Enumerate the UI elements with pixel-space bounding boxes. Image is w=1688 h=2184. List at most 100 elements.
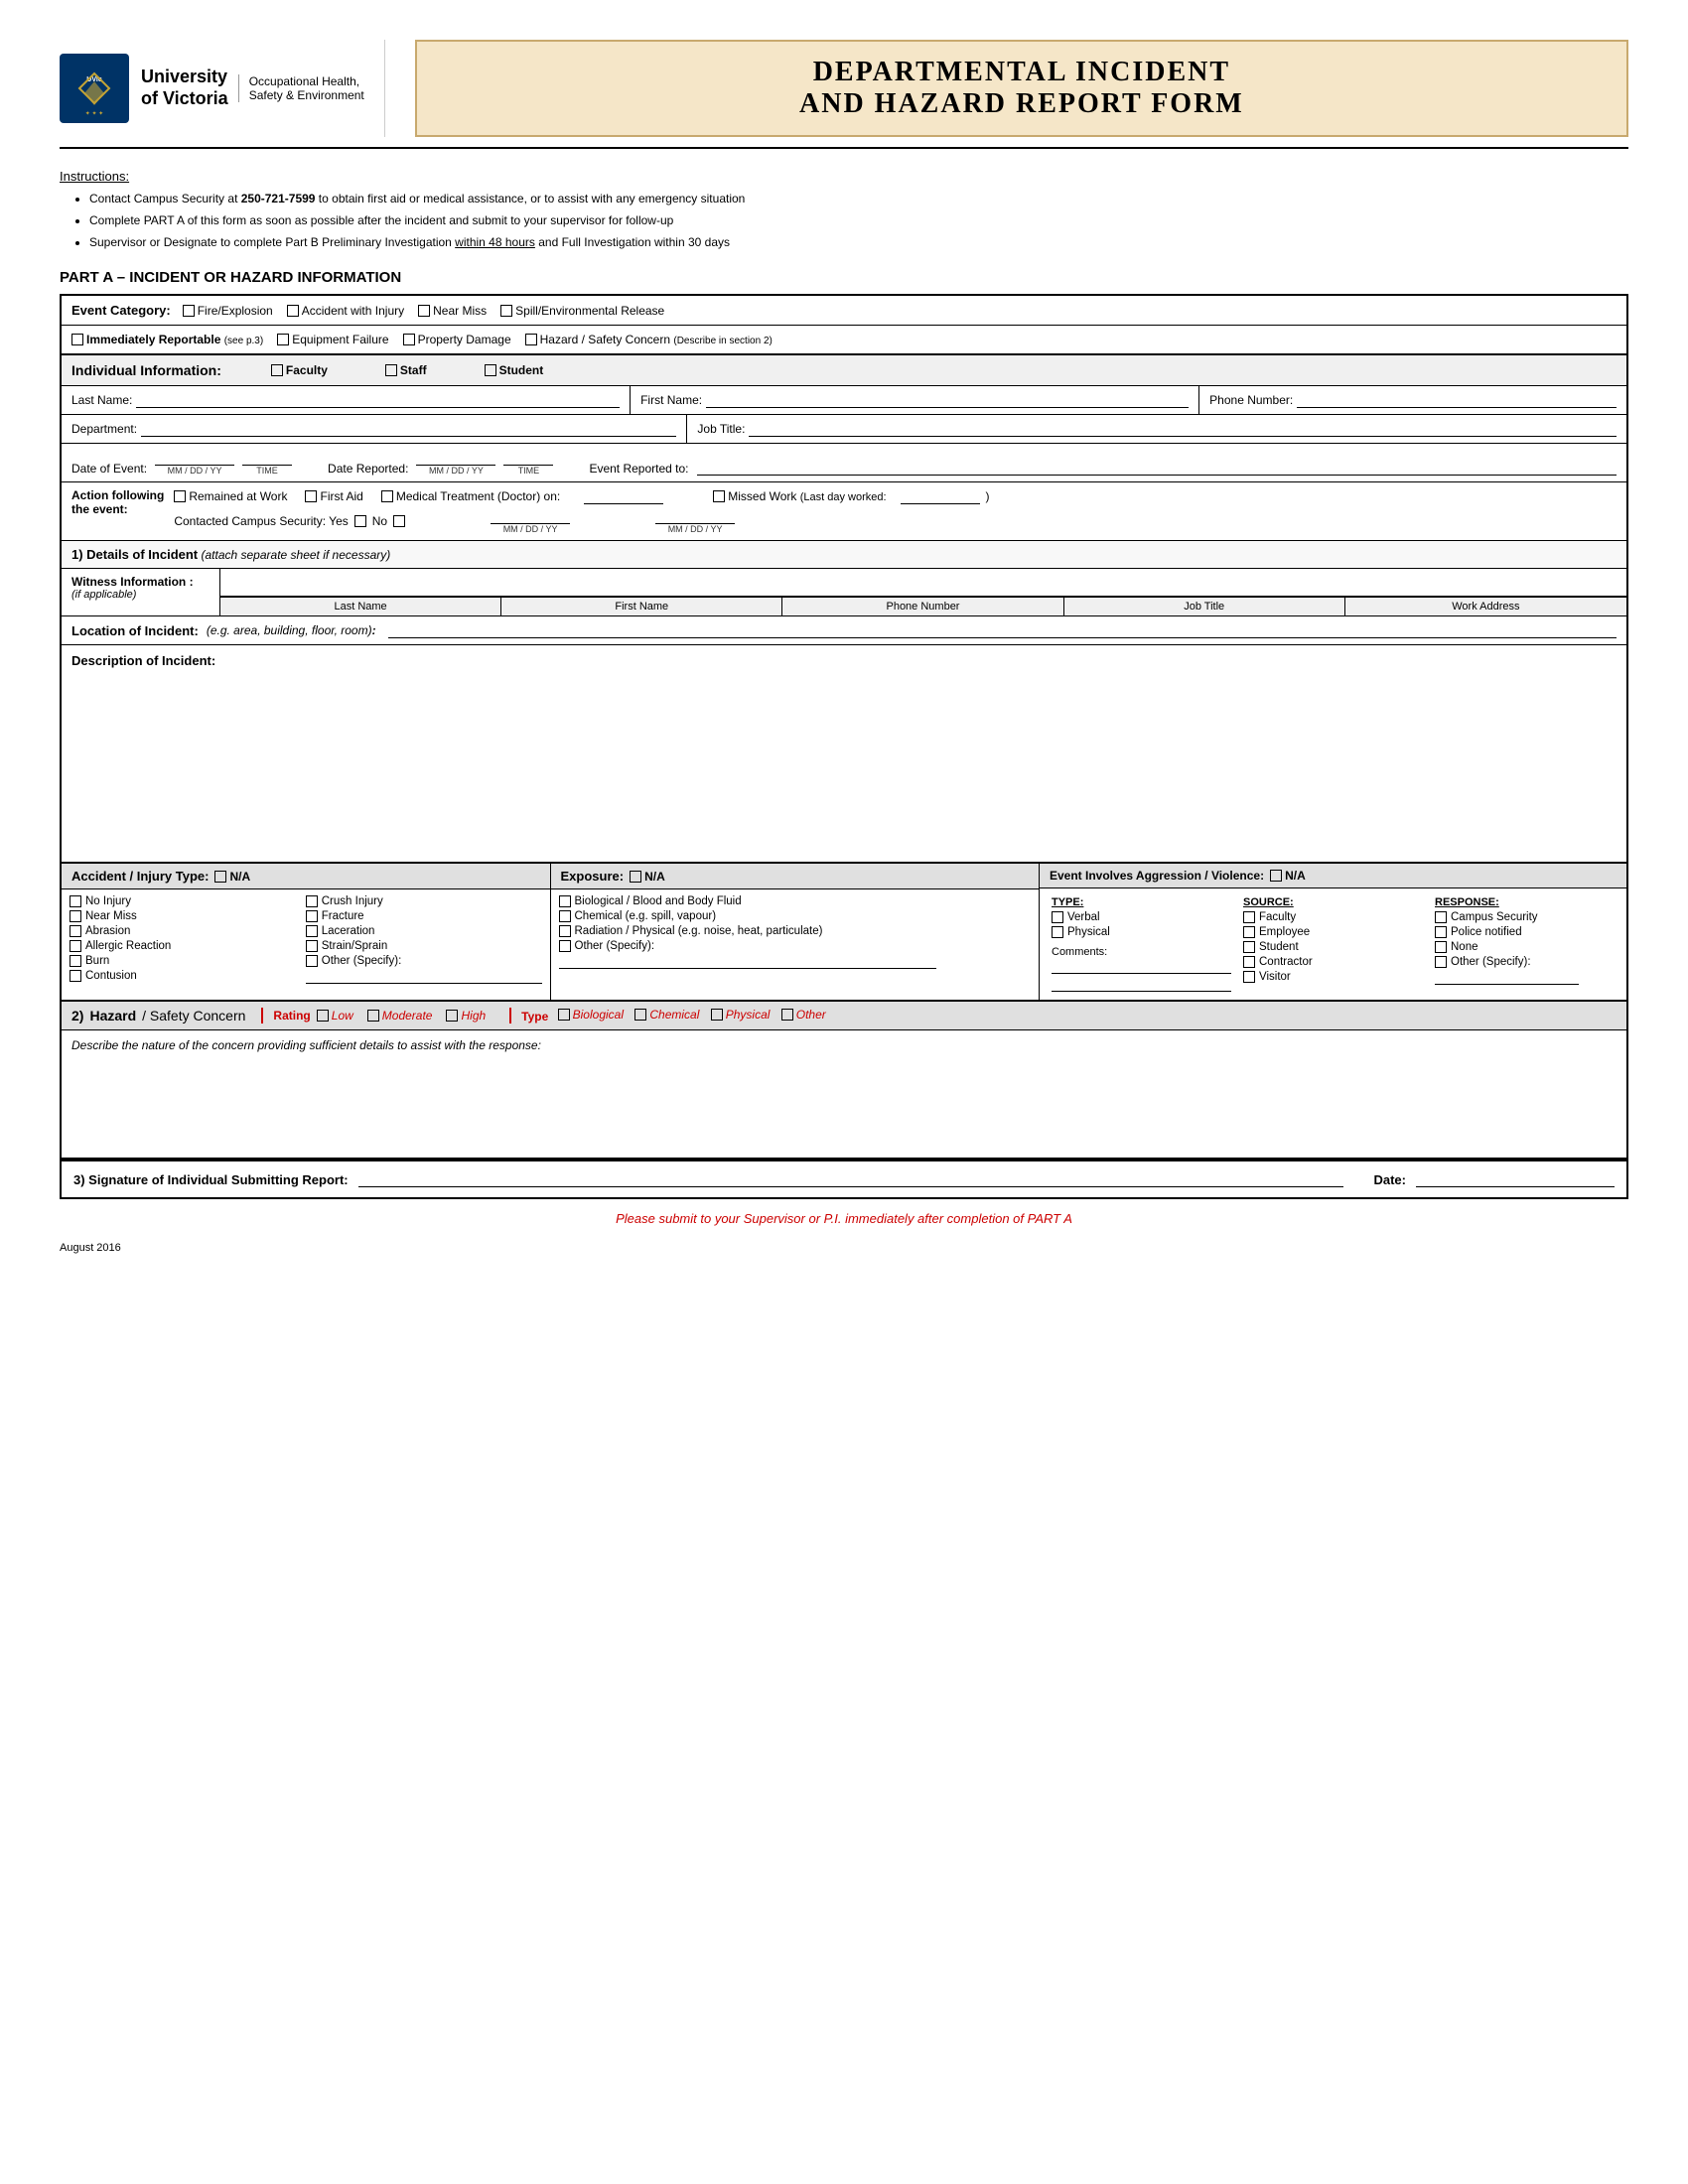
cb-campus-security[interactable]	[1435, 911, 1447, 923]
cb-type-physical[interactable]: Physical	[711, 1008, 771, 1022]
cb-fracture[interactable]	[306, 910, 318, 922]
footer-date: August 2016	[60, 1242, 1628, 1254]
last-name-input[interactable]	[136, 392, 620, 408]
cb-medical-treatment[interactable]: Medical Treatment (Doctor) on:	[381, 489, 560, 503]
cb-student[interactable]: Student	[485, 363, 544, 377]
cb-type-bio[interactable]: Biological	[558, 1008, 624, 1022]
last-day-date2-input[interactable]	[655, 508, 735, 524]
cb-bio[interactable]	[559, 895, 571, 907]
last-day-date-group: MM / DD / YY	[491, 508, 570, 534]
cb-rating-moderate[interactable]: Moderate	[367, 1009, 433, 1023]
cb-verbal[interactable]	[1052, 911, 1063, 923]
witness-col-jobtitle: Job Title	[1064, 597, 1345, 615]
cb-burn[interactable]	[70, 955, 81, 967]
cb-type-other[interactable]: Other	[781, 1008, 826, 1022]
cb-employee-source[interactable]	[1243, 926, 1255, 938]
cb-strain[interactable]	[306, 940, 318, 952]
cb-aggression-na[interactable]: N/A	[1270, 869, 1306, 883]
date-event-time[interactable]	[242, 450, 292, 466]
cb-radiation[interactable]	[559, 925, 571, 937]
cb-type-chemical[interactable]: Chemical	[634, 1008, 699, 1022]
cb-physical[interactable]	[1052, 926, 1063, 938]
cb-immediately-reportable[interactable]: Immediately Reportable (see p.3)	[71, 333, 263, 346]
witness-col-firstname: First Name	[501, 597, 782, 615]
cb-fire-explosion-box[interactable]	[183, 305, 195, 317]
cb-yes[interactable]	[354, 515, 366, 527]
cb-spill-box[interactable]	[500, 305, 512, 317]
other-injury-input[interactable]	[306, 970, 542, 984]
cb-faculty[interactable]: Faculty	[271, 363, 328, 377]
cb-other-exposure[interactable]	[559, 940, 571, 952]
comments-input2[interactable]	[1052, 978, 1231, 992]
cb-contusion[interactable]	[70, 970, 81, 982]
cb-laceration[interactable]	[306, 925, 318, 937]
first-name-input[interactable]	[706, 392, 1189, 408]
last-day-date-input[interactable]	[491, 508, 570, 524]
cb-no[interactable]	[393, 515, 405, 527]
cb-accident-injury-box[interactable]	[287, 305, 299, 317]
witness-label: Witness Information :	[71, 575, 210, 589]
missed-work-date[interactable]	[901, 488, 980, 504]
cb-near-miss-box[interactable]	[418, 305, 430, 317]
cb-contractor-source[interactable]	[1243, 956, 1255, 968]
department-input[interactable]	[141, 421, 676, 437]
date-reported-mmddyy[interactable]	[416, 450, 495, 466]
cb-rating-high[interactable]: High	[446, 1009, 486, 1023]
cb-no-injury[interactable]	[70, 895, 81, 907]
cb-accident-na[interactable]: N/A	[214, 870, 250, 884]
cb-hazard-safety[interactable]: Hazard / Safety Concern (Describe in sec…	[525, 333, 773, 346]
cb-rating-low[interactable]: Low	[317, 1009, 353, 1023]
cb-allergic[interactable]	[70, 940, 81, 952]
cb-faculty-source[interactable]	[1243, 911, 1255, 923]
cb-missed-work[interactable]: Missed Work (Last day worked:	[713, 489, 886, 503]
location-input[interactable]	[388, 622, 1617, 638]
other-response-input[interactable]	[1435, 971, 1579, 985]
cb-other-response[interactable]	[1435, 956, 1447, 968]
accident-col-header: Accident / Injury Type: N/A	[62, 864, 550, 889]
cb-other-injury[interactable]	[306, 955, 318, 967]
cb-remained-at-work[interactable]: Remained at Work	[174, 489, 287, 503]
accident-left-items: No Injury Near Miss Abrasion Allergic Re…	[70, 895, 306, 987]
event-reported-to-input[interactable]	[697, 460, 1618, 476]
aggression-inner-grid: TYPE: Verbal Physical Comments: SOURCE:	[1040, 888, 1626, 1000]
cb-spill-environmental[interactable]: Spill/Environmental Release	[500, 304, 664, 318]
cb-staff[interactable]: Staff	[385, 363, 427, 377]
cb-accident-injury[interactable]: Accident with Injury	[287, 304, 404, 318]
cb-student-source[interactable]	[1243, 941, 1255, 953]
section2: 2) Hazard / Safety Concern Rating Low Mo…	[62, 1002, 1626, 1160]
cb-fire-explosion[interactable]: Fire/Explosion	[183, 304, 273, 318]
cb-chemical[interactable]	[559, 910, 571, 922]
cb-abrasion[interactable]	[70, 925, 81, 937]
cb-exposure-na[interactable]: N/A	[630, 870, 665, 884]
date-event-mmddyy[interactable]	[155, 450, 234, 466]
event-category-row2: Immediately Reportable (see p.3) Equipme…	[62, 326, 1626, 355]
hazard-header-row: 2) Hazard / Safety Concern Rating Low Mo…	[62, 1002, 1626, 1030]
signature-date-input[interactable]	[1416, 1171, 1615, 1187]
hazard-describe-input[interactable]	[71, 1060, 1617, 1150]
witness-blank-row[interactable]	[220, 569, 1626, 597]
last-day-date2-group: MM / DD / YY	[655, 508, 735, 534]
comments-input[interactable]	[1052, 960, 1231, 974]
phone-input[interactable]	[1297, 392, 1617, 408]
cb-crush[interactable]	[306, 895, 318, 907]
jobtitle-input[interactable]	[749, 421, 1617, 437]
individual-info-row: Individual Information: Faculty Staff St…	[62, 355, 1626, 386]
cb-visitor-source[interactable]	[1243, 971, 1255, 983]
cb-verbal-item: Verbal	[1052, 911, 1231, 923]
cb-equipment-failure[interactable]: Equipment Failure	[277, 333, 388, 346]
other-exposure-input[interactable]	[559, 955, 936, 969]
medical-date-input[interactable]	[584, 488, 663, 504]
aggression-response-col: RESPONSE: Campus Security Police notifie…	[1431, 894, 1618, 994]
cb-none-response[interactable]	[1435, 941, 1447, 953]
cb-near-miss-injury[interactable]	[70, 910, 81, 922]
cb-police-notified[interactable]	[1435, 926, 1447, 938]
date-reported-time[interactable]	[503, 450, 553, 466]
description-input-area[interactable]	[62, 672, 1626, 831]
cb-first-aid[interactable]: First Aid	[305, 489, 362, 503]
cb-property-damage[interactable]: Property Damage	[403, 333, 511, 346]
submit-note-text: Please submit to your Supervisor or P.I.…	[616, 1211, 1072, 1226]
cb-near-miss[interactable]: Near Miss	[418, 304, 487, 318]
signature-input[interactable]	[358, 1171, 1344, 1187]
cb-strain-item: Strain/Sprain	[306, 940, 542, 952]
department-cell: Department:	[62, 415, 687, 443]
